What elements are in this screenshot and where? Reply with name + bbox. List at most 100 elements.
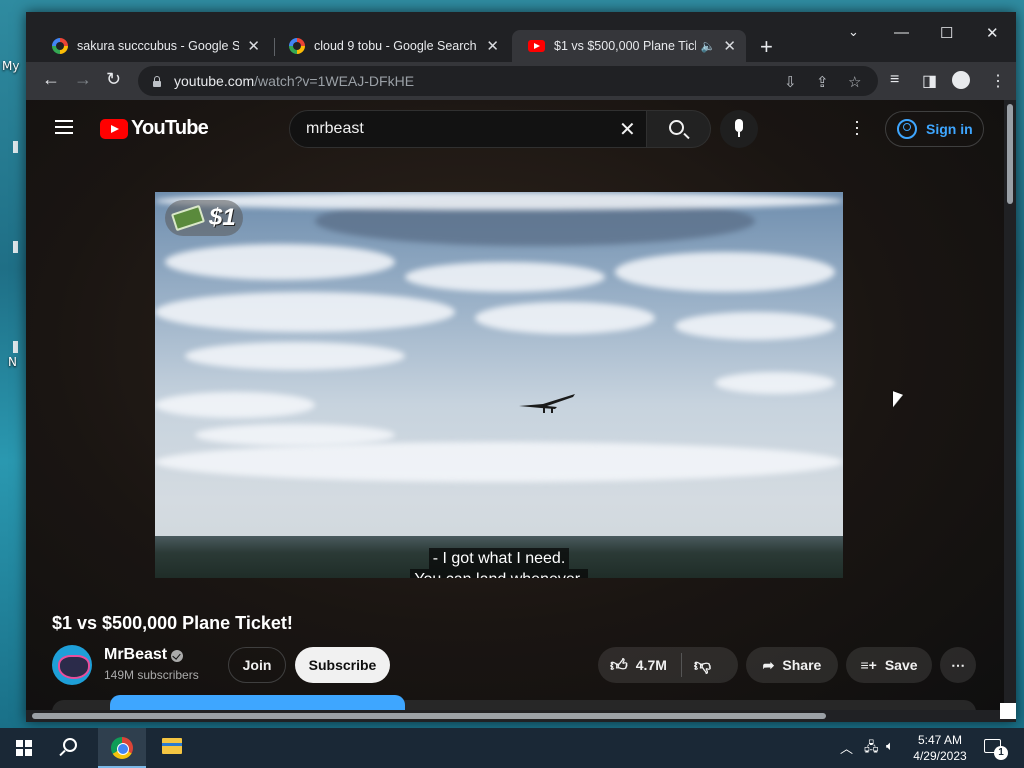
search-bar: ✕ [289, 110, 711, 148]
like-count[interactable]: 4.7M [636, 657, 667, 673]
save-button[interactable]: ≡+ Save [846, 647, 932, 683]
close-tab-icon[interactable]: ✕ [486, 37, 499, 55]
speaker-icon[interactable]: 🔈 [700, 39, 715, 53]
cloud-shape [195, 424, 395, 446]
thumbs-down-icon[interactable]: 👎︎ [694, 655, 711, 676]
video-player[interactable]: $1 - I got what I need. You can land whe… [155, 192, 843, 578]
close-tab-icon[interactable]: ✕ [247, 37, 260, 55]
install-app-icon[interactable]: ⇩ [784, 73, 797, 91]
cloud-shape [155, 392, 315, 418]
cloud-shape [715, 372, 835, 394]
youtube-page: YouTube ✕ ··· Sign in [26, 100, 1004, 710]
tab-search-icon[interactable]: ⌄ [848, 24, 859, 40]
subscribe-button[interactable]: Subscribe [295, 647, 390, 683]
forward-button[interactable]: → [74, 69, 92, 90]
subscriber-count: 149M subscribers [104, 668, 199, 682]
channel-name[interactable]: MrBeast [104, 646, 167, 664]
network-icon[interactable]: 🖧︎ [864, 738, 879, 760]
cloud-shape [185, 342, 405, 370]
more-actions-button[interactable]: ⋯ [940, 647, 976, 683]
verified-check-icon [171, 650, 183, 662]
desktop-icon[interactable] [13, 341, 18, 353]
notification-count-badge: 1 [994, 746, 1008, 760]
clear-search-icon[interactable]: ✕ [619, 117, 636, 142]
youtube-logo-text: YouTube [131, 117, 209, 139]
tab-youtube-video[interactable]: $1 vs $500,000 Plane Ticket! 🔈 ✕ [512, 30, 746, 62]
join-button[interactable]: Join [228, 647, 286, 683]
reload-button[interactable]: ↻ [106, 69, 121, 90]
tab-title: sakura succcubus - Google Search [77, 39, 240, 53]
new-tab-button[interactable]: + [760, 34, 773, 60]
windows-start-icon[interactable] [16, 740, 32, 756]
cloud-shape [675, 312, 835, 340]
share-button[interactable]: ➦ Share [746, 647, 838, 683]
hamburger-menu-icon[interactable] [55, 120, 73, 134]
show-hidden-icons-chevron-icon[interactable]: ︿ [840, 738, 853, 757]
bookmark-star-icon[interactable]: ☆ [848, 73, 861, 91]
desktop-icon[interactable] [13, 241, 18, 253]
cloud-shape [615, 252, 835, 292]
vertical-scrollbar[interactable] [1004, 100, 1016, 710]
price-badge-text: $1 [209, 204, 236, 231]
tab-google-search-1[interactable]: sakura succcubus - Google Search ✕ [36, 30, 270, 62]
profile-avatar-icon[interactable] [952, 71, 970, 89]
channel-avatar[interactable] [52, 645, 92, 685]
youtube-logo[interactable]: YouTube [100, 117, 209, 140]
google-icon [289, 38, 305, 54]
playlist-add-icon: ≡+ [860, 657, 877, 673]
clock-time: 5:47 AM [917, 733, 963, 747]
mouse-cursor [893, 391, 903, 411]
search-icon [669, 120, 684, 135]
desktop-icon[interactable] [13, 141, 18, 153]
volume-icon[interactable]: 🔈︎ [886, 738, 894, 754]
like-dislike-bar: 👍︎ 4.7M 👎︎ [598, 647, 738, 683]
tab-title: cloud 9 tobu - Google Search [314, 39, 477, 53]
url-domain: youtube.com [174, 73, 255, 89]
url-text[interactable]: youtube.com/watch?v=1WEAJ-DFkHE [174, 73, 414, 89]
share-page-icon[interactable]: ⇪ [816, 73, 829, 91]
voice-search-button[interactable] [720, 110, 758, 148]
close-tab-icon[interactable]: ✕ [723, 37, 736, 55]
settings-menu-icon[interactable]: · · · [854, 112, 860, 142]
taskbar-chrome-button[interactable] [98, 728, 146, 768]
back-button[interactable]: ← [42, 69, 60, 90]
url-path: /watch?v=1WEAJ-DFkHE [254, 73, 415, 89]
youtube-play-icon [100, 118, 128, 139]
browser-window: sakura succcubus - Google Search ✕ cloud… [26, 12, 1016, 722]
scrollbar-thumb[interactable] [1007, 104, 1013, 204]
minimize-button[interactable]: — [894, 24, 909, 41]
address-bar[interactable]: youtube.com/watch?v=1WEAJ-DFkHE ⇩ ⇪ ☆ [138, 66, 878, 96]
taskbar-clock[interactable]: 5:47 AM 4/29/2023 [905, 732, 975, 764]
tab-title: $1 vs $500,000 Plane Ticket! [554, 39, 696, 53]
search-input[interactable] [289, 110, 647, 148]
lock-icon[interactable] [152, 75, 162, 87]
scrollbar-thumb[interactable] [32, 713, 826, 719]
side-panel-icon[interactable]: ◨ [922, 71, 937, 91]
file-explorer-icon[interactable] [162, 738, 182, 754]
tab-strip: sakura succcubus - Google Search ✕ cloud… [26, 12, 1016, 62]
save-label: Save [884, 657, 918, 673]
horizontal-scrollbar[interactable] [26, 710, 1016, 722]
cloud-shape [155, 442, 843, 482]
search-button[interactable] [647, 110, 711, 148]
sign-in-button[interactable]: Sign in [885, 111, 984, 147]
cloud-shape [165, 244, 395, 280]
thumbs-up-icon[interactable]: 👍︎ [610, 655, 628, 676]
maximize-button[interactable]: ☐ [940, 24, 953, 42]
close-window-button[interactable]: ✕ [986, 24, 999, 42]
tab-google-search-2[interactable]: cloud 9 tobu - Google Search ✕ [273, 30, 509, 62]
share-label: Share [782, 657, 822, 673]
browser-toolbar: ← → ↻ youtube.com/watch?v=1WEAJ-DFkHE ⇩ … [26, 62, 1016, 100]
cloud-shape [155, 292, 455, 332]
like-divider [680, 653, 682, 677]
cloud-shape [405, 262, 605, 292]
account-icon [897, 119, 917, 139]
media-control-icon[interactable]: ≡ [890, 71, 899, 89]
treeline [155, 536, 843, 578]
share-icon: ➦ [762, 656, 775, 673]
desktop-icon-label[interactable]: My [2, 59, 19, 73]
taskbar-search-icon[interactable] [63, 738, 77, 752]
desktop-icon-label[interactable]: N [8, 355, 17, 369]
chrome-menu-icon[interactable]: ⋮ [990, 71, 1006, 91]
youtube-icon [528, 40, 545, 52]
